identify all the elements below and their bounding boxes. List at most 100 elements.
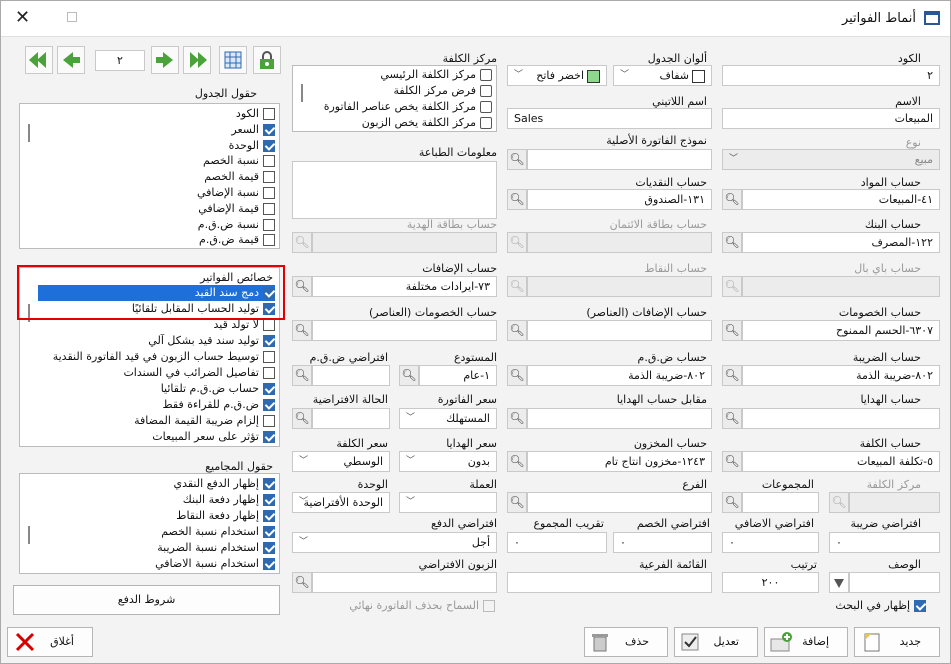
first-record-button[interactable] (25, 46, 53, 74)
warehouse-field[interactable]: ١-عام (419, 365, 497, 386)
original-invoice-field[interactable] (527, 149, 712, 170)
order-field[interactable]: ٢٠٠ (722, 572, 819, 593)
totals-fields-item[interactable]: استخدام نسبة الضريبة (157, 540, 275, 556)
checkbox[interactable] (480, 101, 492, 113)
gifts-price-dropdown[interactable]: ﹀ بدون (399, 451, 497, 472)
search-icon[interactable]: 🔍︎ (507, 189, 527, 210)
invoice-props-item[interactable]: توسيط حساب الزبون في قيد الفاتورة النقدي… (53, 349, 275, 365)
dropdown-arrow-icon[interactable] (829, 572, 849, 593)
additions-items-field[interactable] (527, 320, 712, 341)
totals-fields-item[interactable]: استخدام نسبة الخصم (161, 524, 275, 540)
table-fields-item[interactable]: نسبة الخصم (203, 153, 275, 169)
search-icon[interactable]: 🔍︎ (292, 572, 312, 593)
total-rounding-field[interactable]: ٠ (507, 532, 607, 553)
checkbox[interactable] (263, 415, 275, 427)
gift-card-account-field[interactable] (312, 232, 497, 253)
cost-center-option[interactable]: مركز الكلفة الرئيسي (380, 67, 492, 83)
checkbox[interactable] (263, 123, 275, 136)
list-scrollbar[interactable] (28, 526, 30, 544)
next-record-button[interactable] (151, 46, 179, 74)
maximize-icon[interactable] (67, 12, 77, 22)
vat-account-field[interactable]: ٨٠٢-ضريبة الذمة (527, 365, 712, 386)
checkbox[interactable] (914, 600, 926, 612)
currency-dropdown[interactable]: ﹀ (399, 492, 497, 513)
additions-account-field[interactable]: ٧٣-ايرادات مختلفة (312, 276, 497, 297)
discounts-items-field[interactable] (312, 320, 497, 341)
checkbox[interactable] (263, 234, 275, 247)
invoice-price-dropdown[interactable]: ﹀ المستهلك (399, 408, 497, 429)
search-icon[interactable]: 🔍︎ (722, 451, 742, 472)
gifts-contra-field[interactable] (527, 408, 712, 429)
table-fields-item[interactable]: قيمة ض.ق.م (199, 232, 275, 248)
invoice-props-item[interactable]: إلزام ضريبة القيمة المضافة (134, 413, 275, 429)
checkbox[interactable] (263, 155, 275, 168)
checkbox[interactable] (263, 431, 275, 443)
search-icon[interactable]: 🔍︎ (292, 320, 312, 341)
description-field[interactable] (849, 572, 940, 593)
search-icon[interactable]: 🔍︎ (292, 408, 312, 429)
table-fields-item[interactable]: نسبة الإضافي (197, 185, 275, 201)
checkbox[interactable] (480, 117, 492, 129)
totals-fields-item[interactable]: إظهار الدفع النقدي (173, 476, 275, 492)
table-fields-item[interactable]: قيمة الإضافي (198, 201, 275, 217)
print-info-field[interactable] (292, 161, 497, 219)
totals-fields-item[interactable]: استخدام نسبة الاضافي (155, 556, 275, 572)
search-icon[interactable]: 🔍︎ (292, 365, 312, 386)
search-icon[interactable]: 🔍︎ (507, 149, 527, 170)
cost-price-dropdown[interactable]: ﹀ الوسطي (292, 451, 390, 472)
cost-center-option[interactable]: مركز الكلفة يخص عناصر الفاتورة (324, 99, 492, 115)
checkbox[interactable] (263, 399, 275, 411)
checkbox[interactable] (263, 139, 275, 152)
default-discount-field[interactable]: ٠ (613, 532, 712, 553)
close-window-button[interactable]: ✕ (15, 7, 30, 28)
edit-button[interactable]: تعديل (674, 627, 758, 657)
search-icon[interactable]: 🔍︎ (507, 451, 527, 472)
unit-dropdown[interactable]: ﹀ الوحدة الأفتراضية (292, 492, 390, 513)
search-icon[interactable]: 🔍︎ (829, 492, 849, 513)
color1-dropdown[interactable]: ﹀ شفاف (613, 65, 712, 86)
branch-field[interactable] (527, 492, 712, 513)
table-fields-item[interactable]: الكود (236, 106, 275, 122)
search-icon[interactable]: 🔍︎ (507, 408, 527, 429)
totals-fields-item[interactable]: إظهار دفعة البنك (183, 492, 275, 508)
invoice-props-item[interactable]: ض.ق.م للقراءة فقط (162, 397, 275, 413)
credit-account-field[interactable] (527, 232, 712, 253)
last-record-button[interactable] (183, 46, 211, 74)
search-icon[interactable]: 🔍︎ (292, 276, 312, 297)
new-button[interactable]: جديد (854, 627, 940, 657)
code-field[interactable]: ٢ (722, 65, 940, 86)
type-dropdown[interactable]: ﹀ مبيع (722, 149, 940, 170)
checkbox[interactable] (263, 108, 275, 120)
checkbox[interactable] (263, 383, 275, 395)
checkbox[interactable] (263, 510, 275, 522)
inventory-account-field[interactable]: ١٢٤٣-مخزون انتاج تام (527, 451, 712, 472)
default-customer-field[interactable] (312, 572, 497, 593)
invoice-props-item[interactable]: تفاصيل الضرائب في السندات (123, 365, 275, 381)
table-fields-item[interactable]: السعر (231, 122, 275, 138)
checkbox[interactable] (263, 202, 275, 215)
cost-center-option[interactable]: فرض مركز الكلفة (394, 83, 492, 99)
search-icon[interactable]: 🔍︎ (507, 232, 527, 253)
show-in-search-checkbox[interactable]: إظهار في البحث (835, 598, 926, 614)
materials-account-field[interactable]: ٤١-المبيعات (742, 189, 940, 210)
default-vat-field[interactable] (312, 365, 390, 386)
checkbox[interactable] (263, 558, 275, 570)
checkbox[interactable] (480, 69, 492, 81)
search-icon[interactable]: 🔍︎ (722, 492, 742, 513)
table-fields-item[interactable]: نسبة ض.ق.م (198, 217, 275, 233)
search-icon[interactable]: 🔍︎ (507, 320, 527, 341)
table-fields-item[interactable]: قيمة الخصم (204, 169, 275, 185)
gifts-account-field[interactable] (742, 408, 940, 429)
color2-dropdown[interactable]: ﹀ اخضر فاتح (507, 65, 607, 86)
cost-center-option[interactable]: مركز الكلفة يخص الزبون (362, 115, 492, 131)
prev-record-button[interactable] (57, 46, 85, 74)
search-icon[interactable]: 🔍︎ (722, 320, 742, 341)
sub-list-field[interactable] (507, 572, 712, 593)
close-button[interactable]: أغلاق (7, 627, 93, 657)
tax-account-field[interactable]: ٨٠٢-ضريبة الذمة (742, 365, 940, 386)
cash-account-field[interactable]: ١٣١-الصندوق (527, 189, 712, 210)
list-scrollbar[interactable] (301, 84, 303, 102)
add-button[interactable]: إضافة (764, 627, 848, 657)
search-icon[interactable]: 🔍︎ (722, 276, 742, 297)
invoice-props-item[interactable]: حساب ض.ق.م تلقائيا (161, 381, 275, 397)
